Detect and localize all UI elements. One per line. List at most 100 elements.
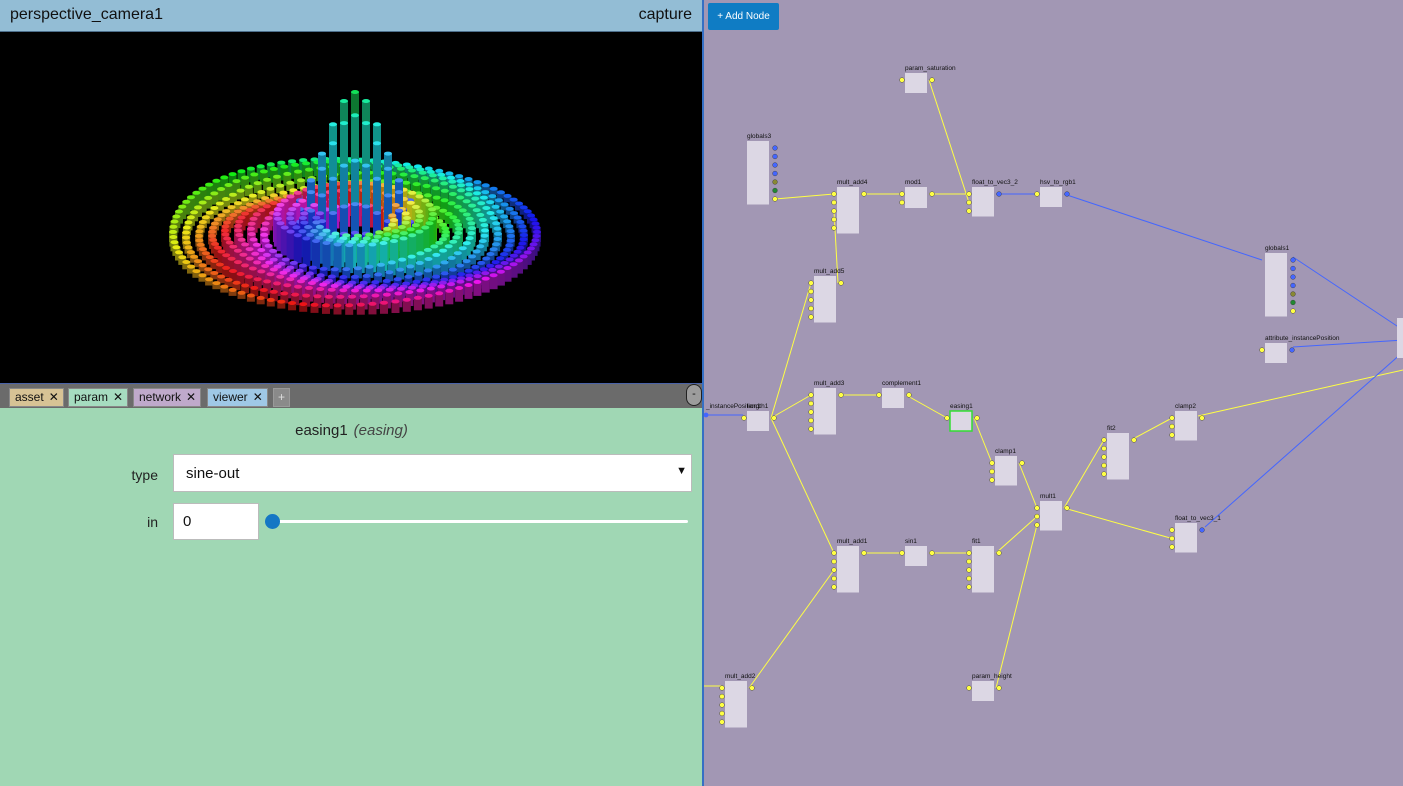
node-hsv-to-rgb1[interactable]: hsv_to_rgb1: [1034, 179, 1077, 207]
input-port[interactable]: [876, 392, 882, 398]
node-body[interactable]: [1040, 501, 1062, 531]
connection-wire[interactable]: [1197, 369, 1403, 417]
node-mult-add1[interactable]: mult_add1: [831, 538, 868, 593]
input-port[interactable]: [831, 550, 837, 556]
add-node-button[interactable]: + Add Node: [708, 3, 779, 30]
input-port[interactable]: [719, 710, 725, 717]
input-port[interactable]: [966, 199, 972, 206]
node-body[interactable]: [747, 141, 769, 205]
input-port[interactable]: [1169, 544, 1175, 550]
output-port[interactable]: [771, 415, 777, 421]
connection-wire[interactable]: [1063, 193, 1263, 261]
input-port[interactable]: [1101, 471, 1107, 477]
input-port[interactable]: [831, 208, 837, 214]
input-port[interactable]: [741, 415, 747, 421]
input-port[interactable]: [831, 199, 837, 206]
input-port[interactable]: [1034, 522, 1040, 528]
input-port[interactable]: [772, 170, 778, 177]
input-port[interactable]: [1169, 423, 1175, 430]
input-port[interactable]: [1101, 445, 1107, 452]
input-port[interactable]: [1169, 535, 1175, 542]
input-port[interactable]: [808, 288, 814, 295]
node-body[interactable]: [1265, 253, 1287, 317]
node-mult-add4[interactable]: mult_add4: [831, 179, 868, 234]
node-body[interactable]: [747, 411, 769, 431]
tab-param[interactable]: param ✕: [68, 388, 129, 407]
input-port[interactable]: [719, 693, 725, 700]
node-body[interactable]: [837, 546, 859, 593]
output-port[interactable]: [929, 550, 935, 556]
node-param-saturation[interactable]: param_saturation: [899, 65, 956, 93]
add-tab-button[interactable]: +: [273, 388, 290, 407]
input-port[interactable]: [808, 314, 814, 320]
node-float-to-vec3-2[interactable]: float_to_vec3_2: [966, 179, 1019, 217]
input-port[interactable]: [1290, 308, 1296, 314]
input-port[interactable]: [1034, 505, 1040, 511]
input-port[interactable]: [719, 702, 725, 708]
node-mult1[interactable]: mult1: [1034, 493, 1070, 531]
input-port[interactable]: [808, 426, 814, 432]
output-port[interactable]: [996, 685, 1002, 691]
connection-wire[interactable]: [973, 417, 993, 464]
connection-wire[interactable]: [1292, 256, 1403, 331]
output-port[interactable]: [1019, 460, 1025, 466]
input-port[interactable]: [831, 567, 837, 573]
node-fit2[interactable]: fit2: [1101, 425, 1137, 480]
input-port[interactable]: [1290, 299, 1296, 306]
close-icon[interactable]: ✕: [113, 390, 123, 404]
input-port[interactable]: [831, 584, 837, 590]
input-port[interactable]: [1290, 257, 1296, 263]
output-port[interactable]: [1199, 415, 1205, 421]
connection-wire[interactable]: [1130, 417, 1173, 441]
connection-wire[interactable]: [748, 569, 835, 689]
input-port[interactable]: [808, 409, 814, 415]
input-port[interactable]: [808, 297, 814, 303]
output-port[interactable]: [838, 392, 844, 398]
input-port[interactable]: [772, 196, 778, 202]
node-clamp2[interactable]: clamp2: [1169, 403, 1205, 441]
input-port[interactable]: [1169, 527, 1175, 533]
output-port[interactable]: [996, 550, 1002, 556]
node-body[interactable]: [905, 73, 927, 93]
input-port[interactable]: [899, 199, 905, 206]
node-float-to-vec3-1[interactable]: float_to_vec3_1: [1169, 515, 1222, 553]
input-port[interactable]: [808, 400, 814, 407]
input-port[interactable]: [831, 225, 837, 231]
connection-wire[interactable]: [928, 79, 970, 203]
input-port[interactable]: [831, 216, 837, 223]
tab-network[interactable]: network ✕: [133, 388, 202, 407]
output-port[interactable]: [1064, 505, 1070, 511]
node-attribute-instancePosition[interactable]: attribute_instancePosition: [1259, 335, 1340, 363]
node-complement1[interactable]: complement1: [876, 380, 922, 408]
close-icon[interactable]: ✕: [253, 390, 263, 404]
node-easing1[interactable]: easing1: [944, 403, 980, 432]
input-port[interactable]: [831, 558, 837, 565]
input-port[interactable]: [966, 575, 972, 582]
input-port[interactable]: [808, 417, 814, 424]
input-port[interactable]: [719, 719, 725, 725]
3d-viewport[interactable]: [0, 32, 703, 383]
node-mult-add5[interactable]: mult_add5: [808, 268, 845, 323]
input-port[interactable]: [966, 208, 972, 214]
input-port[interactable]: [831, 191, 837, 197]
connection-wire[interactable]: [1204, 351, 1403, 528]
node-body[interactable]: [1265, 343, 1287, 363]
input-port[interactable]: [899, 191, 905, 197]
connection-wire[interactable]: [995, 524, 1038, 689]
input-port[interactable]: [1290, 291, 1296, 297]
output-port[interactable]: [1199, 527, 1205, 533]
node-fit1[interactable]: fit1: [966, 538, 1002, 593]
node-globals3[interactable]: globals3: [747, 133, 778, 205]
output-port[interactable]: [929, 191, 935, 197]
input-port[interactable]: [1290, 265, 1296, 272]
tab-asset[interactable]: asset ✕: [9, 388, 64, 407]
input-port[interactable]: [808, 392, 814, 398]
connection-wire[interactable]: [770, 417, 835, 554]
output-port[interactable]: [861, 550, 867, 556]
output-port[interactable]: [929, 77, 935, 83]
node-body[interactable]: [972, 187, 994, 217]
node-body[interactable]: [814, 276, 836, 323]
input-port[interactable]: [966, 191, 972, 197]
output-port[interactable]: [1289, 347, 1295, 353]
input-port[interactable]: [899, 77, 905, 83]
